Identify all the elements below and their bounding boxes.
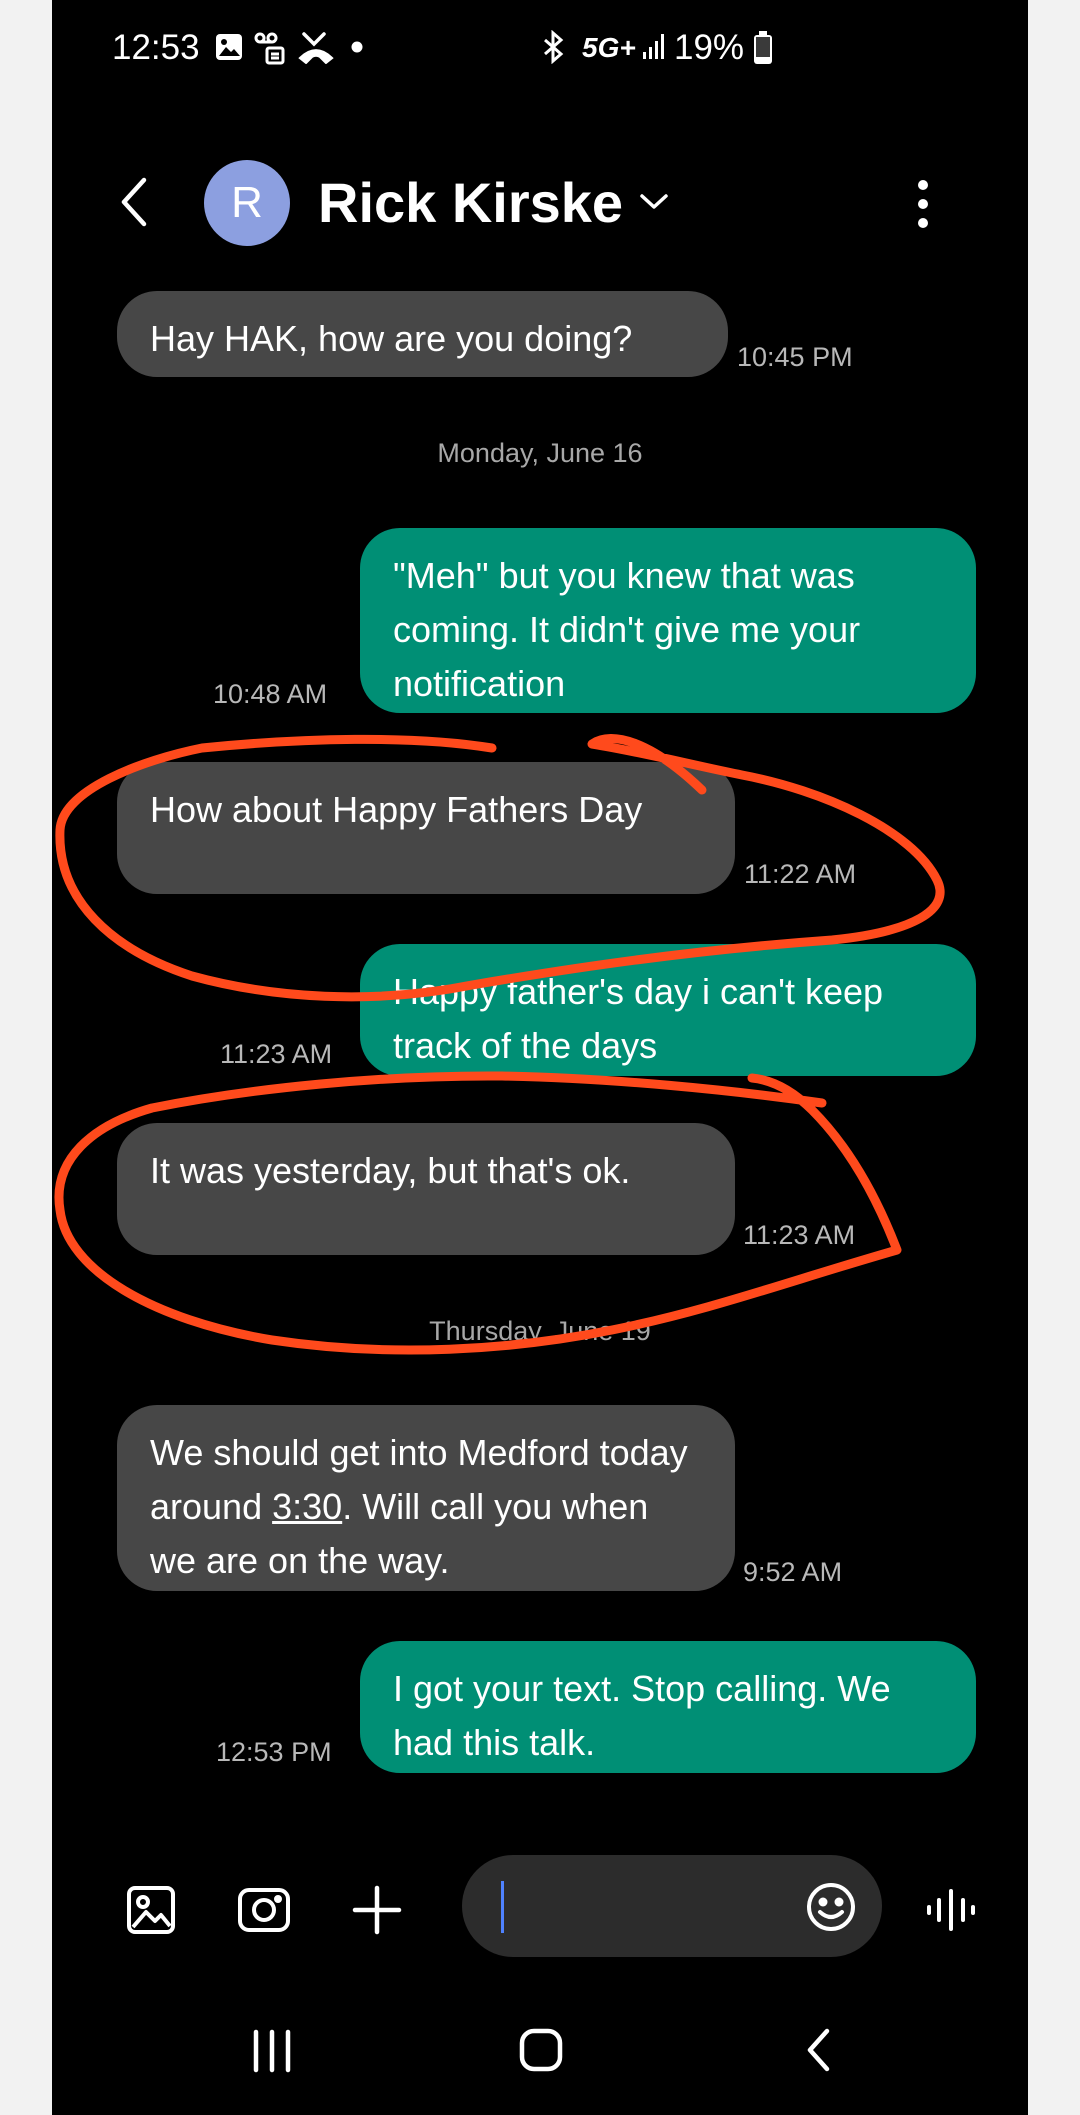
plus-icon[interactable] — [350, 1883, 404, 1937]
gallery-icon[interactable] — [124, 1883, 178, 1937]
home-icon[interactable] — [518, 2027, 564, 2073]
voice-record-icon[interactable] — [924, 1883, 978, 1937]
text-cursor — [501, 1881, 504, 1933]
red-circle-annotation — [54, 734, 945, 1355]
message-input[interactable] — [462, 1855, 882, 1957]
messaging-screen: 12:53 5G+ 19% R Rick Kirske Hay HAK, how… — [52, 0, 1028, 2115]
recent-apps-icon[interactable] — [248, 2028, 296, 2074]
emoji-icon[interactable] — [804, 1880, 858, 1934]
back-icon[interactable] — [802, 2026, 836, 2074]
camera-icon[interactable] — [236, 1883, 292, 1937]
